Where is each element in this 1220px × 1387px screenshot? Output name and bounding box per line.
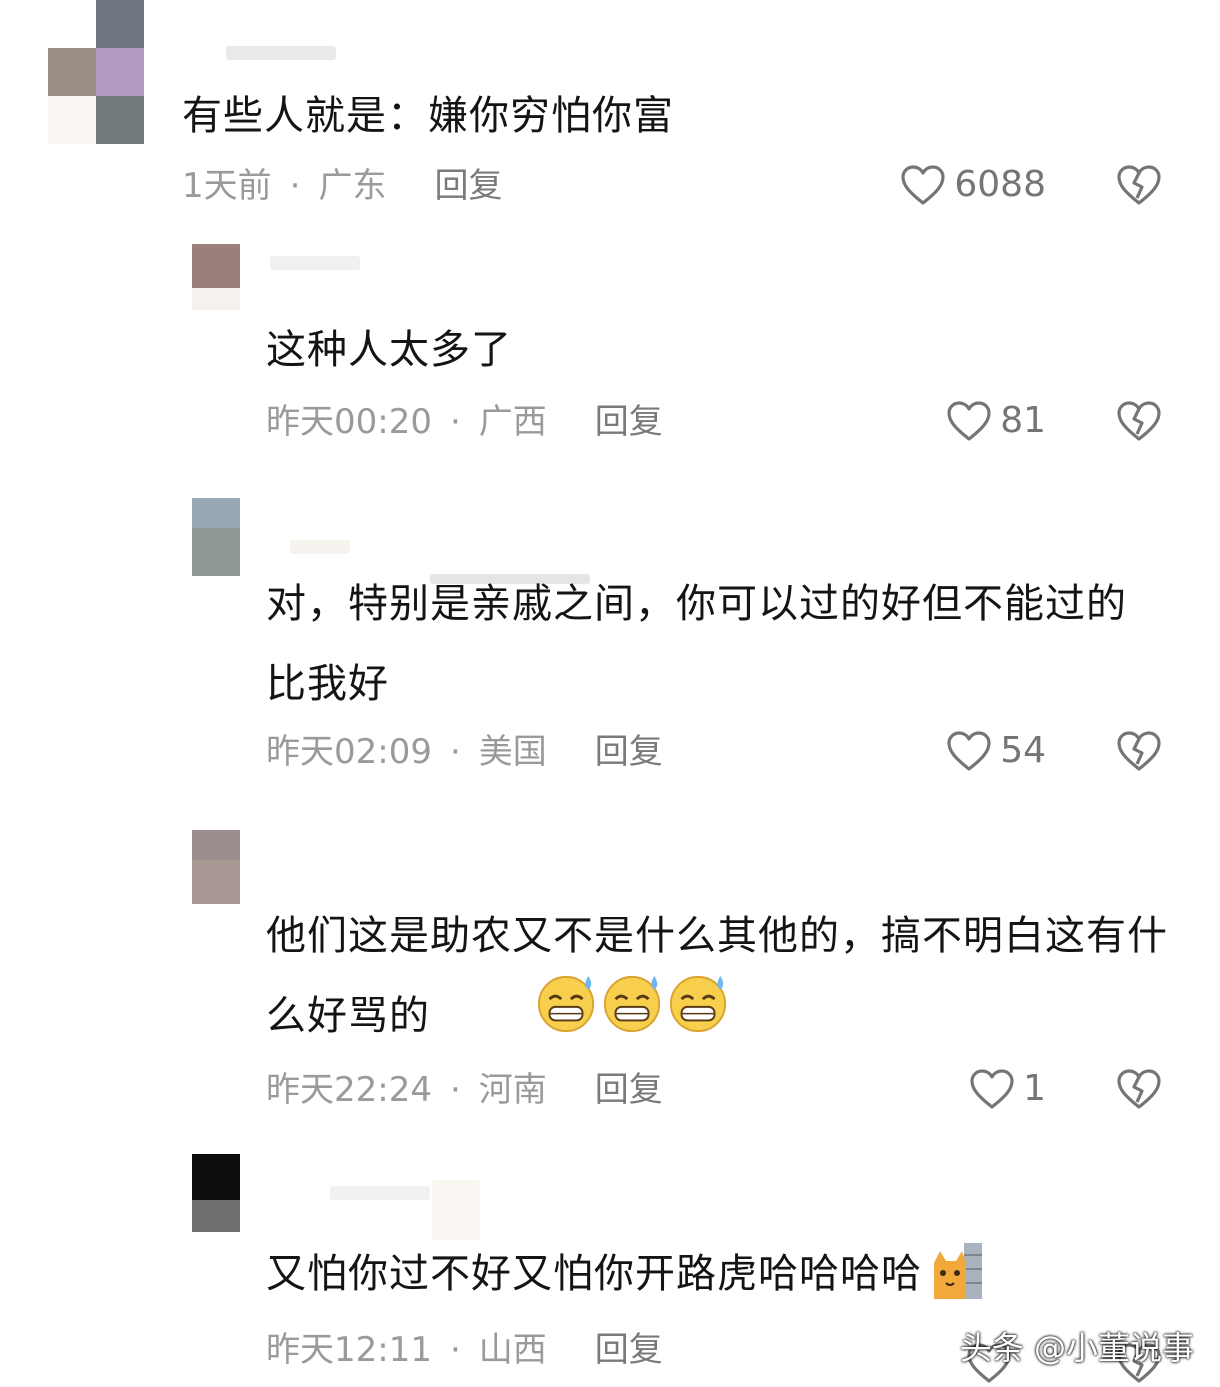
broken-heart-icon <box>1117 401 1161 441</box>
comment-time: 1天前 <box>182 166 272 206</box>
comment-meta: 昨天12:11 · 山西 回复 <box>266 1330 663 1370</box>
reply-button[interactable]: 回复 <box>434 166 502 206</box>
username-blurred[interactable] <box>290 540 350 554</box>
reply-button[interactable]: 回复 <box>595 402 663 442</box>
comment-meta: 昨天02:09 · 美国 回复 <box>266 732 663 772</box>
comment-time: 昨天02:09 <box>266 732 432 772</box>
comment-time: 昨天00:20 <box>266 402 432 442</box>
emoji-row <box>536 975 730 1046</box>
comment-text: 又怕你过不好又怕你开路虎哈哈哈哈 <box>266 1234 1166 1314</box>
dislike-button[interactable] <box>1116 400 1162 442</box>
username-blurred[interactable] <box>330 1186 430 1200</box>
dislike-button[interactable] <box>1116 730 1162 772</box>
comment-meta: 昨天00:20 · 广西 回复 <box>266 402 663 442</box>
broken-heart-icon <box>1117 165 1161 205</box>
like-button[interactable]: 6088 <box>900 164 1046 206</box>
meta-separator: · <box>449 402 461 442</box>
avatar[interactable] <box>192 830 240 904</box>
heart-outline-icon <box>901 165 945 205</box>
broken-heart-icon <box>1117 731 1161 771</box>
comment-text: 有些人就是：嫌你穷怕你富 <box>182 93 674 139</box>
reply-button[interactable]: 回复 <box>595 732 663 772</box>
like-button[interactable]: 1 <box>969 1068 1046 1110</box>
broken-heart-icon <box>1117 1069 1161 1109</box>
reply-button[interactable]: 回复 <box>595 1070 663 1110</box>
dislike-button[interactable] <box>1116 1068 1162 1110</box>
avatar[interactable] <box>48 0 144 144</box>
heart-outline-icon <box>947 731 991 771</box>
comment-meta: 昨天22:24 · 河南 回复 <box>266 1070 663 1110</box>
grinning-sweat-emoji <box>603 975 661 1033</box>
avatar[interactable] <box>192 498 240 576</box>
like-count: 1 <box>1023 1068 1046 1109</box>
like-button[interactable]: 54 <box>946 730 1046 772</box>
meta-separator: · <box>289 166 301 206</box>
dislike-button[interactable] <box>1116 164 1162 206</box>
heart-outline-icon <box>947 401 991 441</box>
comment-location: 广西 <box>478 402 547 442</box>
meta-separator: · <box>449 732 461 772</box>
comment-text: 对，特别是亲戚之间，你可以过的好但不能过的比我好 <box>266 581 1127 707</box>
comment-location: 山西 <box>478 1330 547 1370</box>
comment-meta: 1天前 · 广东 回复 <box>182 166 502 206</box>
avatar[interactable] <box>192 244 240 310</box>
comment-time: 昨天12:11 <box>266 1330 432 1370</box>
grinning-sweat-emoji <box>537 975 595 1033</box>
comment-location: 广东 <box>318 166 387 206</box>
comment-text: 这种人太多了 <box>266 327 512 373</box>
like-count: 81 <box>1000 400 1046 441</box>
reply-button[interactable]: 回复 <box>595 1330 663 1370</box>
like-button[interactable]: 81 <box>946 400 1046 442</box>
avatar[interactable] <box>192 1154 240 1232</box>
cat-peeking-emoji <box>934 1243 982 1299</box>
watermark: 头条 @小董说事 <box>959 1329 1194 1367</box>
like-count: 6088 <box>954 164 1046 205</box>
like-count: 54 <box>1000 730 1046 771</box>
meta-separator: · <box>449 1070 461 1110</box>
comment-text-content: 又怕你过不好又怕你开路虎哈哈哈哈 <box>266 1251 922 1297</box>
heart-outline-icon <box>970 1069 1014 1109</box>
username-blurred[interactable] <box>270 256 360 270</box>
meta-separator: · <box>449 1330 461 1370</box>
comment-location: 河南 <box>478 1070 547 1110</box>
grinning-sweat-emoji <box>669 975 727 1033</box>
comment-time: 昨天22:24 <box>266 1070 432 1110</box>
username-blurred[interactable] <box>226 46 336 60</box>
comment-location: 美国 <box>478 732 547 772</box>
username-blurred[interactable] <box>432 1180 480 1240</box>
